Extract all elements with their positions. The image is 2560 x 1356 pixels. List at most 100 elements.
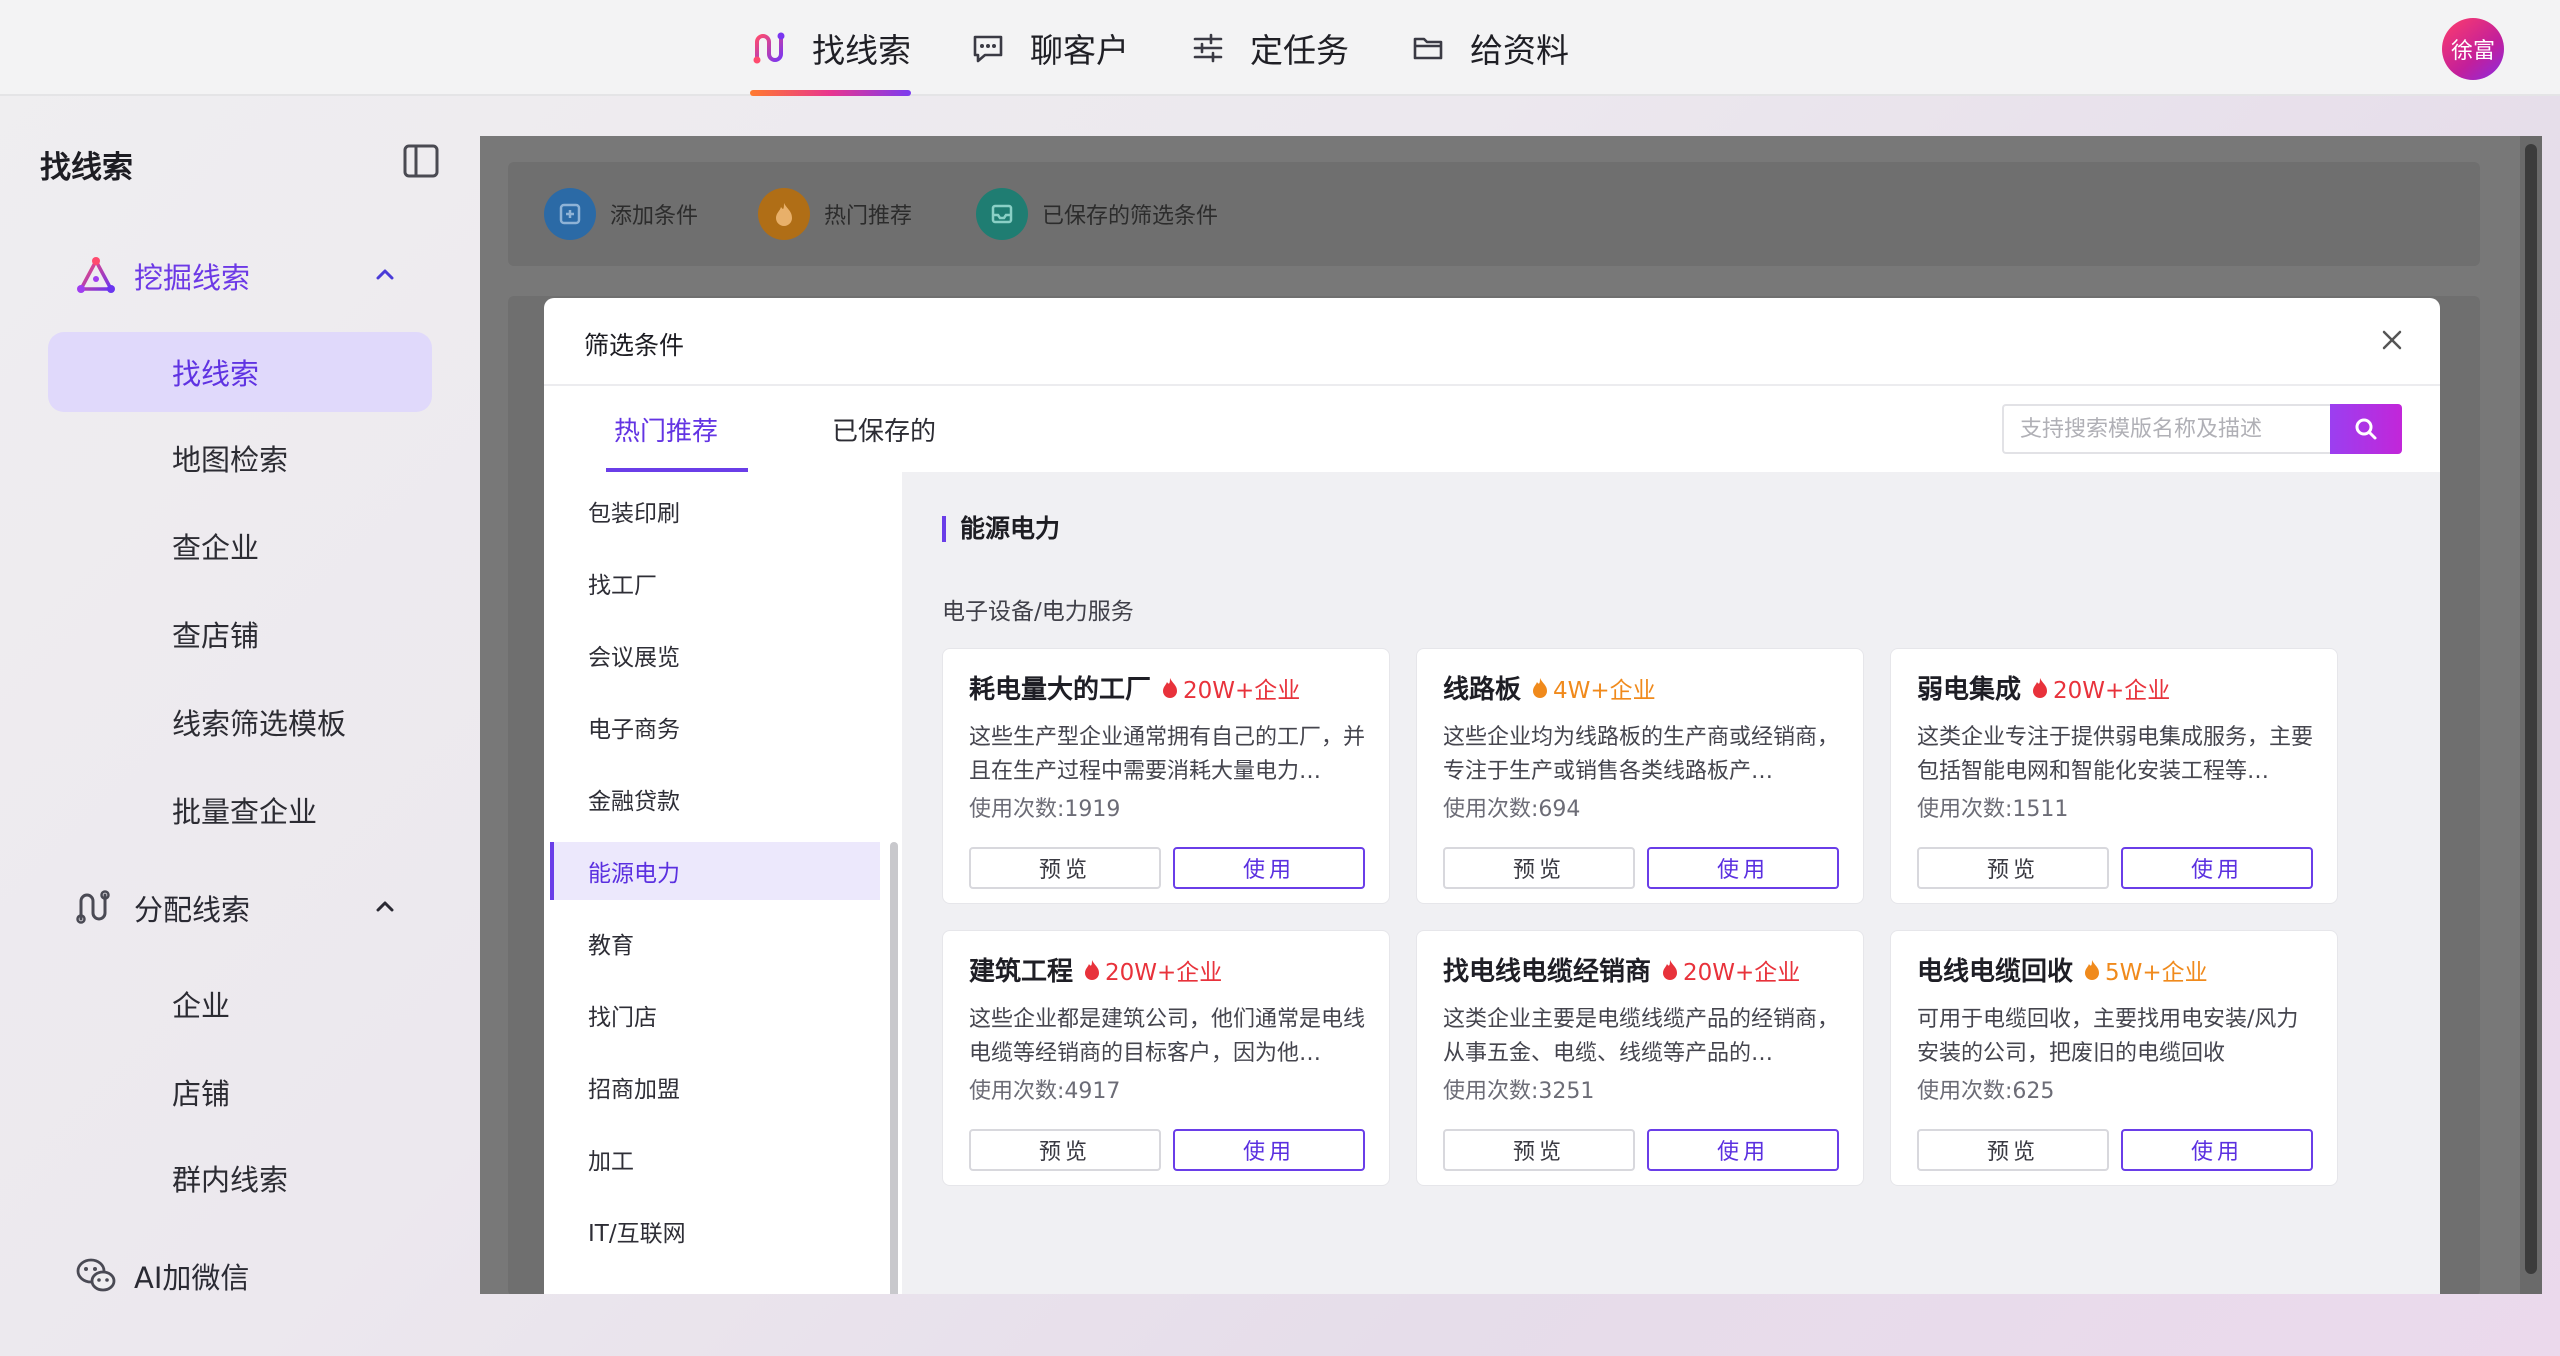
card-tag: 20W+企业 (1183, 677, 1301, 704)
filter-conditions-modal: 筛选条件 热门推荐 已保存的 贩运 包装印刷 找工厂 会议展览 电子商务 金融贷… (544, 298, 2440, 1294)
category-item[interactable]: 包装印刷 (550, 482, 880, 540)
nav-tab-chat-clients[interactable]: 聊客户 (968, 0, 1129, 96)
nav-tab-find-leads[interactable]: 找线索 (750, 0, 911, 96)
fire-icon (2033, 677, 2048, 698)
fire-icon (2085, 959, 2100, 980)
search-button[interactable] (2330, 404, 2402, 454)
card-description: 这些企业均为线路板的生产商或经销商，专注于生产或销售各类线路板产… (1443, 725, 1840, 784)
nav-tab-label: 给资料 (1470, 31, 1569, 70)
sidebar: 找线索 挖掘线索 找线索 地图检索 查企业 查店铺 线索筛选模板 批量查企业 分… (0, 98, 478, 1356)
sidebar-item-group-leads[interactable]: 群内线索 (48, 1138, 432, 1218)
category-scrollbar[interactable] (890, 842, 898, 1294)
sidebar-item-batch-check[interactable]: 批量查企业 (48, 770, 432, 850)
nav-tab-label: 聊客户 (1030, 31, 1129, 70)
card-tag: 20W+企业 (2053, 677, 2171, 704)
category-item[interactable]: 教育 (550, 914, 880, 972)
category-item-partial[interactable]: 贩运 (550, 472, 880, 476)
use-button[interactable]: 使用 (1173, 1129, 1365, 1171)
fire-icon (1163, 677, 1178, 698)
inbox-icon (976, 188, 1028, 240)
preview-button[interactable]: 预览 (1443, 847, 1635, 889)
sidebar-group-ai-wechat[interactable]: AI加微信 (74, 1246, 404, 1306)
template-content-area: 能源电力 电子设备/电力服务 耗电量大的工厂 20W+企业 这些生产型企业通常拥… (902, 472, 2440, 1294)
card-description: 这类企业主要是电缆线缆产品的经销商，从事五金、电缆、线缆等产品的… (1443, 1007, 1840, 1066)
card-usage: 使用次数:694 (1443, 797, 1581, 822)
nav-tab-give-materials[interactable]: 给资料 (1408, 0, 1569, 96)
template-card: 线路板 4W+企业 这些企业均为线路板的生产商或经销商，专注于生产或销售各类线路… (1416, 648, 1864, 904)
sidebar-item-filter-templates[interactable]: 线索筛选模板 (48, 682, 432, 762)
preview-button[interactable]: 预览 (1917, 1129, 2109, 1171)
template-card: 找电线电缆经销商 20W+企业 这类企业主要是电缆线缆产品的经销商，从事五金、电… (1416, 930, 1864, 1186)
sidebar-collapse-icon[interactable] (402, 142, 440, 180)
card-usage: 使用次数:4917 (969, 1079, 1121, 1104)
sidebar-group-label: 分配线索 (134, 893, 251, 927)
card-name: 耗电量大的工厂 (969, 675, 1152, 705)
use-button[interactable]: 使用 (2121, 847, 2313, 889)
card-description: 这些企业都是建筑公司，他们通常是电线电缆等经销商的目标客户，因为他… (969, 1007, 1366, 1066)
chat-icon (968, 28, 1008, 68)
category-item-active[interactable]: 能源电力 (550, 842, 880, 900)
saved-filters-button[interactable]: 已保存的筛选条件 (976, 188, 1218, 240)
category-item[interactable]: IT/互联网 (550, 1202, 880, 1260)
use-button[interactable]: 使用 (1647, 847, 1839, 889)
template-card: 建筑工程 20W+企业 这些企业都是建筑公司，他们通常是电线电缆等经销商的目标客… (942, 930, 1390, 1186)
card-name: 线路板 (1443, 675, 1522, 705)
category-item[interactable]: 电子商务 (550, 698, 880, 756)
fire-icon (1085, 959, 1100, 980)
add-condition-button[interactable]: 添加条件 (544, 188, 698, 240)
sidebar-item-store[interactable]: 店铺 (48, 1052, 432, 1132)
use-button[interactable]: 使用 (1173, 847, 1365, 889)
category-item[interactable]: 加工 (550, 1130, 880, 1188)
modal-divider (544, 384, 2440, 386)
top-nav-bar: 找线索 聊客户 定任务 给资料 徐富 (0, 0, 2560, 96)
chevron-up-icon (376, 269, 394, 280)
user-avatar[interactable]: 徐富 (2442, 18, 2504, 80)
card-usage: 使用次数:625 (1917, 1079, 2055, 1104)
card-name: 建筑工程 (969, 957, 1074, 987)
sidebar-group-label: AI加微信 (134, 1261, 250, 1295)
use-button[interactable]: 使用 (2121, 1129, 2313, 1171)
tab-saved[interactable]: 已保存的 (832, 386, 936, 472)
category-item[interactable]: 招商加盟 (550, 1058, 880, 1116)
sidebar-group-mine-leads[interactable]: 挖掘线索 (74, 246, 404, 306)
page-scrollbar[interactable] (2520, 136, 2542, 1294)
card-tag: 5W+企业 (2105, 959, 2208, 986)
sidebar-item-map-search[interactable]: 地图检索 (48, 418, 432, 498)
saved-filters-label: 已保存的筛选条件 (1042, 204, 1219, 229)
sidebar-item-check-store[interactable]: 查店铺 (48, 594, 432, 674)
wechat-icon (74, 1254, 118, 1298)
card-name: 电线电缆回收 (1917, 957, 2074, 987)
preview-button[interactable]: 预览 (969, 1129, 1161, 1171)
tab-hot-recommend[interactable]: 热门推荐 (605, 386, 749, 472)
category-item[interactable]: 找工厂 (550, 554, 880, 612)
template-search-input[interactable] (2002, 404, 2330, 454)
hot-recommend-button[interactable]: 热门推荐 (758, 188, 912, 240)
sidebar-title: 找线索 (40, 150, 133, 186)
nav-tab-set-tasks[interactable]: 定任务 (1188, 0, 1349, 96)
card-name: 找电线电缆经销商 (1443, 957, 1652, 987)
sidebar-item-find-leads[interactable]: 找线索 (48, 332, 432, 412)
sidebar-item-check-company[interactable]: 查企业 (48, 506, 432, 586)
condition-toolbar: 添加条件 热门推荐 已保存的筛选条件 (508, 162, 2480, 266)
card-tag: 20W+企业 (1105, 959, 1223, 986)
card-description: 这类企业专注于提供弱电集成服务，主要包括智能电网和智能化安装工程等… (1917, 725, 2314, 784)
use-button[interactable]: 使用 (1647, 1129, 1839, 1171)
category-item[interactable]: 金融贷款 (550, 770, 880, 828)
fire-icon (1533, 677, 1548, 698)
section-title: 能源电力 (942, 516, 1060, 542)
sidebar-group-label: 挖掘线索 (134, 261, 251, 295)
fire-icon (758, 188, 810, 240)
preview-button[interactable]: 预览 (1443, 1129, 1635, 1171)
template-card: 弱电集成 20W+企业 这类企业专注于提供弱电集成服务，主要包括智能电网和智能化… (1890, 648, 2338, 904)
sidebar-item-company[interactable]: 企业 (48, 964, 432, 1044)
category-item[interactable]: 会议展览 (550, 626, 880, 684)
modal-title: 筛选条件 (584, 331, 685, 360)
close-icon[interactable] (2380, 328, 2404, 352)
sidebar-group-distribute-leads[interactable]: 分配线索 (74, 878, 404, 938)
card-description: 可用于电缆回收，主要找用电安装/风力安装的公司，把废旧的电缆回收 (1917, 1007, 2299, 1066)
chevron-up-icon (376, 901, 394, 912)
add-condition-label: 添加条件 (610, 204, 699, 229)
preview-button[interactable]: 预览 (1917, 847, 2109, 889)
preview-button[interactable]: 预览 (969, 847, 1161, 889)
category-item[interactable]: 找门店 (550, 986, 880, 1044)
